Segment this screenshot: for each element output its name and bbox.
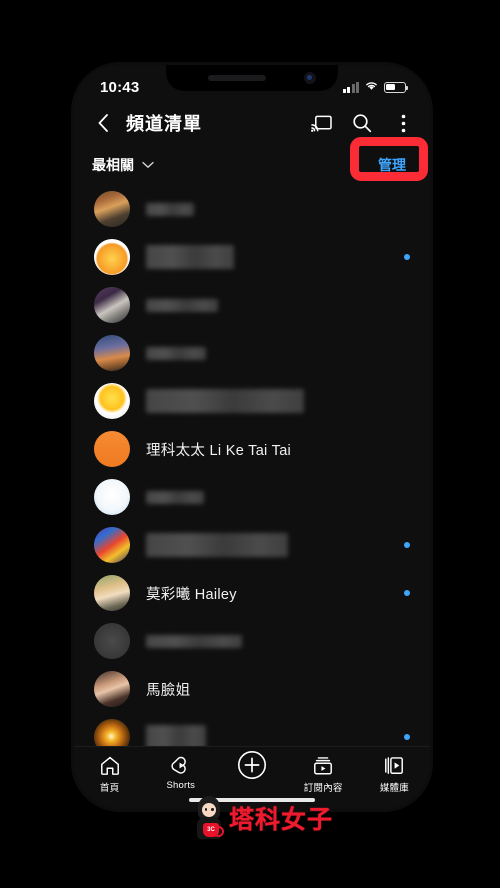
channel-avatar xyxy=(94,623,130,659)
home-icon xyxy=(99,754,121,776)
channel-row[interactable]: 理科太太 Li Ke Tai Tai xyxy=(74,425,430,473)
sort-dropdown[interactable]: 最相關 xyxy=(92,155,154,175)
cast-icon[interactable] xyxy=(310,112,332,134)
nav-item-label: Shorts xyxy=(166,780,196,791)
subscriptions-icon xyxy=(312,754,334,776)
channel-name-redacted xyxy=(146,389,304,413)
channel-name-redacted xyxy=(146,634,242,648)
nav-item-create-plus[interactable] xyxy=(216,751,287,779)
channel-row[interactable]: 莫彩曦 Hailey xyxy=(74,569,430,617)
nav-item-library[interactable]: 媒體庫 xyxy=(359,754,430,794)
chevron-left-icon xyxy=(98,114,108,132)
screenshot-root: 10:43 頻道清單 最相關 管理 理科太太 Li Ke Tai Tai 莫彩曦… xyxy=(0,0,500,888)
channel-avatar xyxy=(94,671,130,707)
manage-button[interactable]: 管理 xyxy=(372,152,412,178)
watermark-text: 塔科女子 xyxy=(229,806,334,834)
wifi-icon xyxy=(364,78,379,96)
channel-row[interactable] xyxy=(74,329,430,377)
channel-name: 馬臉姐 xyxy=(146,682,191,699)
channel-avatar xyxy=(94,239,130,275)
channel-avatar xyxy=(94,335,130,371)
channel-avatar xyxy=(94,575,130,611)
channel-row[interactable] xyxy=(74,281,430,329)
channel-avatar xyxy=(94,479,130,515)
front-camera-icon xyxy=(304,72,316,84)
unread-dot xyxy=(404,734,410,740)
channel-avatar xyxy=(94,719,130,746)
channel-avatar xyxy=(94,383,130,419)
nav-item-shorts[interactable]: Shorts xyxy=(145,754,216,791)
channel-avatar xyxy=(94,431,130,467)
create-plus-icon xyxy=(237,751,267,779)
chevron-down-icon xyxy=(142,161,154,168)
girl-with-mug-mascot-icon: 3C xyxy=(192,796,226,840)
channel-list[interactable]: 理科太太 Li Ke Tai Tai 莫彩曦 Hailey 馬臉姐 xyxy=(74,185,430,746)
page-title: 頻道清單 xyxy=(126,114,202,134)
nav-item-label: 訂閱內容 xyxy=(303,783,343,794)
unread-dot xyxy=(404,542,410,548)
unread-dot xyxy=(404,590,410,596)
channel-name: 理科太太 Li Ke Tai Tai xyxy=(146,442,292,459)
app-header: 頻道清單 xyxy=(74,101,430,145)
channel-row[interactable] xyxy=(74,521,430,569)
channel-name-redacted xyxy=(146,533,288,557)
channel-row[interactable] xyxy=(74,473,430,521)
channel-row[interactable]: 馬臉姐 xyxy=(74,665,430,713)
mascot-mug: 3C xyxy=(203,823,224,837)
channel-avatar xyxy=(94,287,130,323)
channel-name-redacted xyxy=(146,346,206,360)
search-icon[interactable] xyxy=(351,112,373,134)
unread-dot xyxy=(404,254,410,260)
cellular-signal-icon xyxy=(342,81,359,93)
library-icon xyxy=(383,754,405,776)
channel-name-redacted xyxy=(146,245,234,269)
channel-name: 莫彩曦 Hailey xyxy=(146,586,237,603)
channel-row[interactable] xyxy=(74,233,430,281)
watermark: 3C 塔科女子 xyxy=(192,796,333,840)
sort-label: 最相關 xyxy=(92,157,134,173)
header-actions xyxy=(310,112,414,134)
notch xyxy=(166,65,338,91)
manage-area: 管理 xyxy=(350,137,428,181)
phone-screen: 10:43 頻道清單 最相關 管理 理科太太 Li Ke Tai Tai 莫彩曦… xyxy=(74,65,430,809)
channel-row[interactable] xyxy=(74,185,430,233)
phone-frame: 10:43 頻道清單 最相關 管理 理科太太 Li Ke Tai Tai 莫彩曦… xyxy=(66,57,438,817)
nav-item-subscriptions[interactable]: 訂閱內容 xyxy=(288,754,359,794)
channel-avatar xyxy=(94,527,130,563)
channel-row[interactable] xyxy=(74,617,430,665)
channel-row[interactable] xyxy=(74,713,430,746)
channel-name-redacted xyxy=(146,490,204,504)
channel-name-redacted xyxy=(146,202,194,216)
status-icons xyxy=(342,78,409,96)
channel-name-redacted xyxy=(146,298,218,312)
back-button[interactable] xyxy=(90,110,116,136)
more-vertical-icon[interactable] xyxy=(392,112,414,134)
channel-name-redacted xyxy=(146,725,206,746)
shorts-icon xyxy=(170,754,192,776)
nav-item-label: 首頁 xyxy=(99,783,120,794)
speaker-grille-icon xyxy=(208,75,266,81)
channel-avatar xyxy=(94,191,130,227)
nav-item-label: 媒體庫 xyxy=(379,783,409,794)
sort-row: 最相關 管理 xyxy=(74,137,430,185)
nav-item-home[interactable]: 首頁 xyxy=(74,754,145,794)
phone-body: 10:43 頻道清單 最相關 管理 理科太太 Li Ke Tai Tai 莫彩曦… xyxy=(71,62,433,812)
battery-icon xyxy=(384,81,409,93)
status-time: 10:43 xyxy=(100,78,140,96)
channel-row[interactable] xyxy=(74,377,430,425)
